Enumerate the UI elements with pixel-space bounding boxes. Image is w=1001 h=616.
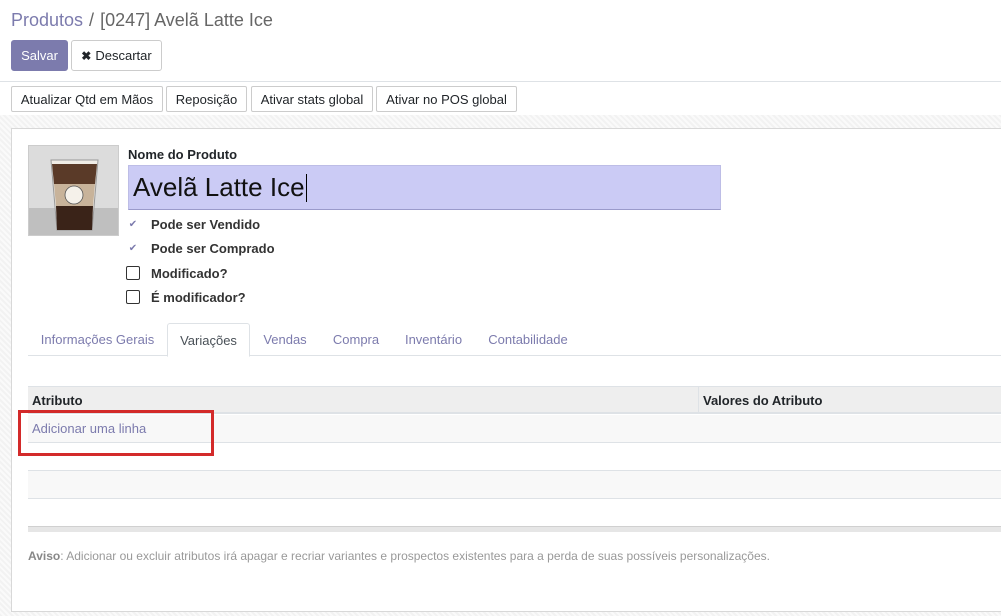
table-row [28,471,1001,499]
table-row: Adicionar uma linha [28,415,1001,443]
attributes-warning: Aviso: Adicionar ou excluir atributos ir… [28,549,770,563]
tab-purchase[interactable]: Compra [320,323,392,356]
warning-text: : Adicionar ou excluir atributos irá apa… [60,549,770,563]
discard-button[interactable]: ✖ Descartar [71,40,162,71]
column-attribute-values[interactable]: Valores do Atributo [699,387,822,413]
can-be-sold-label: Pode ser Vendido [151,216,261,232]
close-icon: ✖ [81,48,92,63]
breadcrumb-current: [0247] Avelã Latte Ice [100,10,273,30]
notebook-tabs: Informações Gerais Variações Vendas Comp… [28,323,1001,357]
add-line-link[interactable]: Adicionar uma linha [32,421,146,436]
replenish-button[interactable]: Reposição [166,86,247,112]
control-panel: Produtos / [0247] Avelã Latte Ice Salvar ✖… [0,0,1001,82]
discard-label: Descartar [95,48,152,63]
tab-accounting[interactable]: Contabilidade [475,323,581,356]
warning-label: Aviso [28,549,61,563]
product-name-label: Nome do Produto [128,147,238,162]
can-be-purchased-label: Pode ser Comprado [151,240,275,256]
is-modifier-label: É modificador? [151,289,246,305]
product-image[interactable] [28,145,119,236]
breadcrumb-products-link[interactable]: Produtos [11,10,83,30]
modified-checkbox[interactable] [126,266,140,280]
can-be-sold-row[interactable]: ✔ Pode ser Vendido [126,214,260,234]
tab-variants[interactable]: Variações [167,323,250,357]
text-caret [305,173,307,202]
table-row [28,443,1001,471]
can-be-purchased-row[interactable]: ✔ Pode ser Comprado [126,238,275,258]
breadcrumb: Produtos / [0247] Avelã Latte Ice [11,10,273,31]
is-modifier-row[interactable]: É modificador? [126,287,246,307]
tab-general-info[interactable]: Informações Gerais [28,323,167,356]
tab-inventory[interactable]: Inventário [392,323,475,356]
save-button[interactable]: Salvar [11,40,68,71]
attributes-table-header: Atributo Valores do Atributo [28,386,1001,414]
product-name-value: Avelã Latte Ice [133,172,305,202]
is-modifier-checkbox[interactable] [126,290,140,304]
breadcrumb-separator: / [89,10,95,30]
activate-pos-global-button[interactable]: Ativar no POS global [376,86,517,112]
tab-sales[interactable]: Vendas [250,323,320,356]
table-footer [28,526,1001,532]
modified-row[interactable]: Modificado? [126,263,228,283]
statusbar: Atualizar Qtd em Mãos Reposição Ativar s… [0,83,1001,115]
check-icon[interactable]: ✔ [126,217,140,231]
product-name-input[interactable]: Avelã Latte Ice [128,165,721,210]
modified-label: Modificado? [151,265,228,281]
update-qty-button[interactable]: Atualizar Qtd em Mãos [11,86,163,112]
activate-global-stats-button[interactable]: Ativar stats global [251,86,373,112]
table-row [28,499,1001,527]
check-icon[interactable]: ✔ [126,241,140,255]
product-photo [29,146,118,235]
column-attribute[interactable]: Atributo [28,387,83,413]
